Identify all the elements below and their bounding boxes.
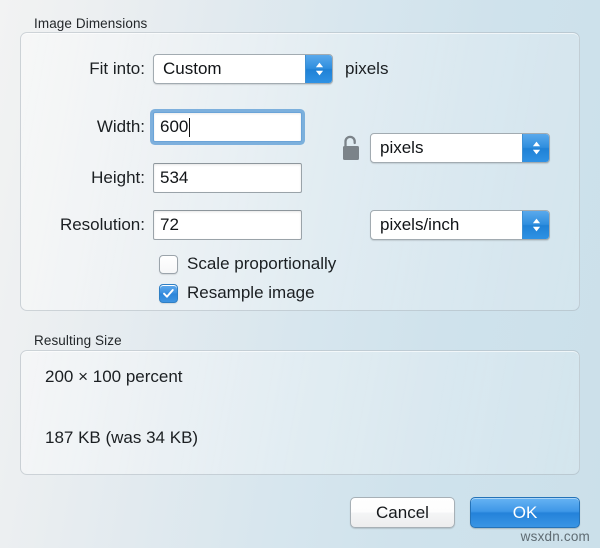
fit-into-label: Fit into: [89, 59, 145, 78]
height-row: Height: 534 [20, 163, 580, 193]
resolution-unit-stepper-arrows[interactable] [522, 211, 549, 239]
size-unit-stepper-arrows[interactable] [522, 134, 549, 162]
size-unit-value: pixels [380, 138, 424, 157]
lock-open-icon[interactable] [340, 134, 362, 163]
resample-image-checkbox-row[interactable]: Resample image [159, 283, 315, 303]
scale-proportionally-checkbox-row[interactable]: Scale proportionally [159, 254, 336, 274]
resolution-unit-value: pixels/inch [380, 215, 460, 234]
scale-proportionally-label: Scale proportionally [187, 254, 337, 273]
text-cursor [189, 117, 191, 137]
width-label: Width: [96, 117, 145, 136]
fit-into-unit-suffix: pixels [345, 59, 389, 78]
width-value: 600 [160, 117, 189, 136]
chevron-up-icon [532, 218, 541, 224]
resolution-label: Resolution: [59, 215, 145, 234]
image-resize-dialog: Image Dimensions Fit into: Custom pixels… [0, 0, 600, 548]
height-value: 534 [160, 168, 189, 187]
resolution-input[interactable]: 72 [153, 210, 302, 240]
resample-image-checkbox[interactable] [159, 283, 178, 303]
resolution-value: 72 [160, 215, 179, 234]
image-dimensions-group-title: Image Dimensions [34, 16, 148, 31]
chevron-down-icon [315, 70, 324, 76]
watermark: wsxdn.com [520, 529, 590, 544]
size-unit-popup-button[interactable]: pixels [370, 133, 550, 163]
fit-into-popup-button[interactable]: Custom [153, 54, 333, 84]
checkmark-icon [163, 288, 174, 298]
fit-into-row: Fit into: Custom pixels [20, 54, 580, 84]
height-input[interactable]: 534 [153, 163, 302, 193]
scale-proportionally-checkbox[interactable] [159, 254, 178, 274]
chevron-up-icon [315, 62, 324, 68]
chevron-up-icon [532, 141, 541, 147]
resulting-filesize-text: 187 KB (was 34 KB) [45, 428, 199, 447]
ok-button[interactable]: OK [470, 497, 580, 528]
fit-into-value: Custom [163, 59, 222, 78]
cancel-button[interactable]: Cancel [350, 497, 455, 528]
resulting-size-group-title: Resulting Size [34, 333, 122, 348]
resample-image-label: Resample image [187, 283, 315, 302]
height-label: Height: [91, 168, 145, 187]
chevron-down-icon [532, 149, 541, 155]
fit-into-stepper-arrows[interactable] [305, 55, 332, 83]
resulting-percent-text: 200 × 100 percent [45, 367, 183, 386]
resolution-unit-popup-button[interactable]: pixels/inch [370, 210, 550, 240]
chevron-down-icon [532, 226, 541, 232]
width-input[interactable]: 600 [153, 112, 302, 142]
